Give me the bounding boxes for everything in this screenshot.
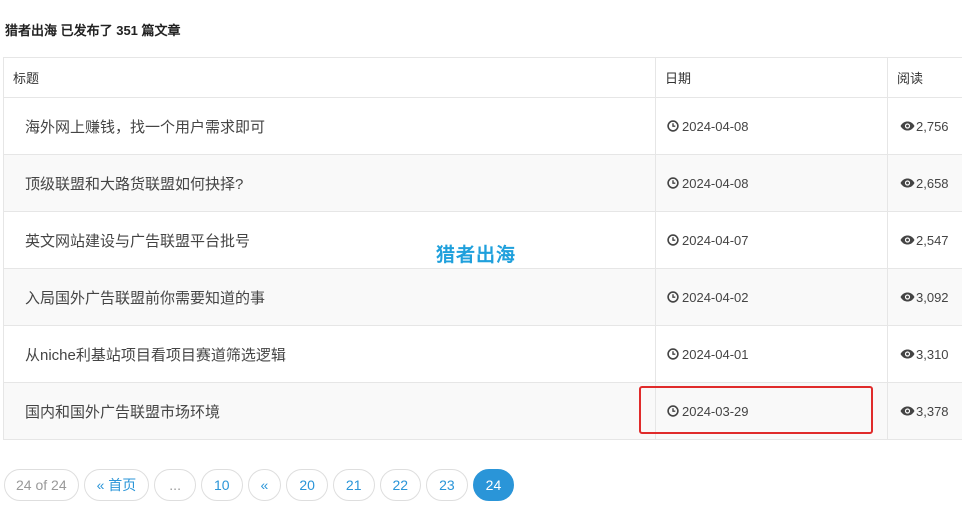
post-views-count: 2,756	[916, 118, 949, 134]
post-title-link[interactable]: 国内和国外广告联盟市场环境	[3, 383, 655, 439]
post-views: 2,658	[887, 155, 962, 211]
post-views-count: 2,547	[916, 232, 949, 248]
post-views-count: 2,658	[916, 175, 949, 191]
post-date: 2024-04-08	[655, 155, 887, 211]
column-header-title: 标题	[3, 58, 655, 97]
highlight-box	[639, 386, 873, 434]
clock-icon	[667, 177, 679, 189]
eye-icon	[900, 235, 915, 245]
page-22-button[interactable]: 22	[379, 469, 422, 501]
eye-icon	[900, 349, 915, 359]
table-row: 入局国外广告联盟前你需要知道的事 2024-04-02 3,092	[3, 269, 962, 326]
post-date: 2024-04-08	[655, 98, 887, 154]
post-views: 3,378	[887, 383, 962, 439]
column-header-views: 阅读	[887, 58, 962, 97]
eye-icon	[900, 121, 915, 131]
table-row: 顶级联盟和大路货联盟如何抉择? 2024-04-08 2,658	[3, 155, 962, 212]
post-date: 2024-04-02	[655, 269, 887, 325]
eye-icon	[900, 406, 915, 416]
post-date: 2024-04-01	[655, 326, 887, 382]
eye-icon	[900, 292, 915, 302]
clock-icon	[667, 234, 679, 246]
post-date-text: 2024-04-01	[682, 346, 749, 362]
table-row: 从niche利基站项目看项目赛道筛选逻辑 2024-04-01 3,310	[3, 326, 962, 383]
post-views: 3,310	[887, 326, 962, 382]
post-title-link[interactable]: 顶级联盟和大路货联盟如何抉择?	[3, 155, 655, 211]
prev-page-button[interactable]: «	[247, 469, 282, 501]
post-views-count: 3,378	[916, 403, 949, 419]
table-header-row: 标题 日期 阅读	[3, 58, 962, 98]
post-views-count: 3,092	[916, 289, 949, 305]
post-views: 2,547	[887, 212, 962, 268]
first-page-button[interactable]: « 首页	[83, 469, 150, 501]
column-header-date: 日期	[655, 58, 887, 97]
page-21-button[interactable]: 21	[332, 469, 375, 501]
post-date-text: 2024-04-02	[682, 289, 749, 305]
watermark-logo: 猎者出海	[436, 245, 517, 266]
page-info: 24 of 24	[4, 469, 79, 501]
page-20-button[interactable]: 20	[286, 469, 328, 501]
post-title-link[interactable]: 入局国外广告联盟前你需要知道的事	[3, 269, 655, 325]
page-ellipsis: ...	[154, 469, 196, 501]
clock-icon	[667, 291, 679, 303]
post-title-link[interactable]: 海外网上赚钱，找一个用户需求即可	[3, 98, 655, 154]
post-views: 3,092	[887, 269, 962, 325]
post-date-text: 2024-04-08	[682, 175, 749, 191]
archive-page: 猎者出海 已发布了 351 篇文章 标题 日期 阅读 海外网上赚钱，找一个用户需…	[0, 0, 962, 523]
pagination: 24 of 24 « 首页 ... 10 « 20 21 22 23 24	[4, 469, 519, 501]
post-date-text: 2024-04-07	[682, 232, 749, 248]
post-views-count: 3,310	[916, 346, 949, 362]
clock-icon	[667, 348, 679, 360]
post-title-link[interactable]: 英文网站建设与广告联盟平台批号	[3, 212, 655, 268]
post-date-text: 2024-04-08	[682, 118, 749, 134]
post-count-summary: 猎者出海 已发布了 351 篇文章	[5, 23, 181, 38]
eye-icon	[900, 178, 915, 188]
post-title-link[interactable]: 从niche利基站项目看项目赛道筛选逻辑	[3, 326, 655, 382]
table-row: 海外网上赚钱，找一个用户需求即可 2024-04-08 2,756	[3, 98, 962, 155]
post-date: 2024-04-07	[655, 212, 887, 268]
current-page-button[interactable]: 24	[472, 469, 515, 501]
clock-icon	[667, 120, 679, 132]
page-23-button[interactable]: 23	[426, 469, 468, 501]
post-views: 2,756	[887, 98, 962, 154]
page-10-button[interactable]: 10	[200, 469, 243, 501]
